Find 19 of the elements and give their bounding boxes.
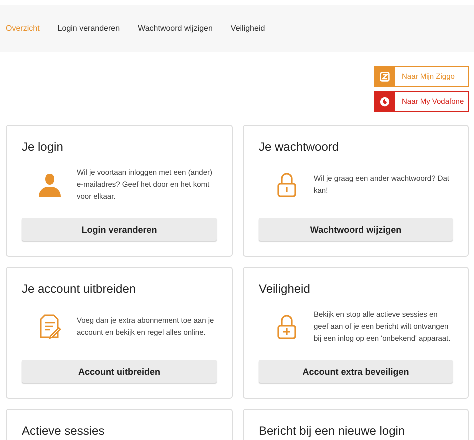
card-title: Je wachtwoord bbox=[259, 140, 340, 154]
nav-tab[interactable]: Login veranderen bbox=[58, 24, 120, 33]
card-action-button[interactable]: Login veranderen bbox=[22, 218, 217, 241]
lock-icon bbox=[276, 172, 296, 198]
card-title: Actieve sessies bbox=[22, 424, 106, 438]
card-title: Veiligheid bbox=[259, 282, 312, 296]
card-action-button[interactable]: Account uitbreiden bbox=[22, 360, 217, 383]
ziggo-logo-icon bbox=[380, 72, 390, 82]
person-icon bbox=[36, 172, 62, 198]
document-pen-icon bbox=[38, 314, 60, 340]
nav-tab[interactable]: Wachtwoord wijzigen bbox=[138, 24, 213, 33]
lock-plus-icon bbox=[276, 314, 296, 340]
card-title: Je account uitbreiden bbox=[22, 282, 138, 296]
card-action-button[interactable]: Wachtwoord wijzigen bbox=[259, 218, 453, 241]
nav-tab[interactable]: Veiligheid bbox=[230, 24, 266, 33]
vodafone-logo-icon bbox=[380, 96, 390, 106]
card-title: Bericht bij een nieuwe login bbox=[259, 424, 406, 438]
card-title: Je login bbox=[22, 140, 64, 154]
card-action-button[interactable]: Account extra beveiligen bbox=[259, 360, 453, 383]
